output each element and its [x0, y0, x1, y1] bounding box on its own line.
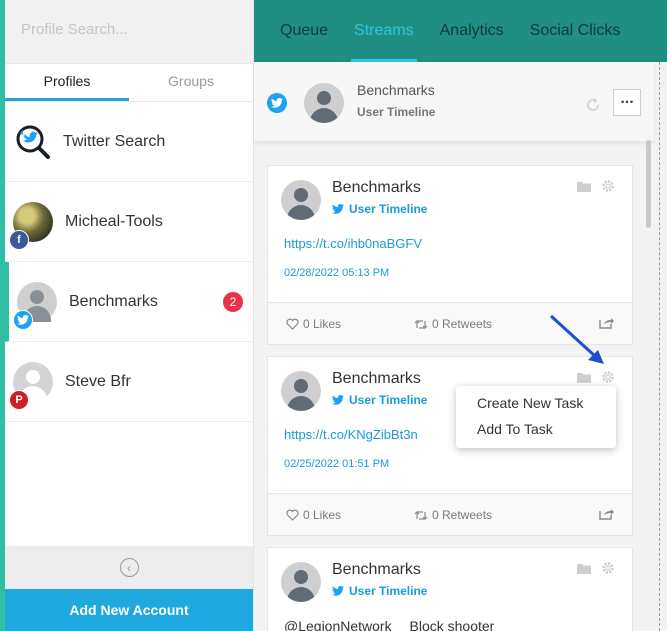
gear-icon[interactable] — [601, 561, 615, 575]
twitter-icon — [13, 309, 33, 330]
post-actions-top — [576, 370, 615, 384]
avatar — [13, 281, 57, 330]
refresh-icon[interactable] — [585, 97, 601, 113]
folder-icon[interactable] — [576, 371, 592, 384]
avatar: f — [9, 201, 53, 250]
stream-header: Benchmarks User Timeline ... — [254, 62, 654, 142]
share-icon[interactable] — [599, 507, 614, 520]
main-nav: Queue Streams Analytics Social Clicks — [254, 0, 667, 62]
retweet-action[interactable]: 0 Retweets — [414, 508, 492, 522]
post-text: @LegionNetwork Block shooter — [284, 618, 494, 631]
profile-name: Micheal-Tools — [65, 212, 163, 230]
twitter-bird-icon — [332, 204, 344, 214]
profile-search-input[interactable] — [21, 21, 241, 38]
create-new-task-option[interactable]: Create New Task — [456, 395, 616, 421]
twitter-icon — [267, 93, 287, 113]
add-new-account-button[interactable]: Add New Account — [5, 589, 253, 631]
share-icon[interactable] — [599, 316, 614, 329]
profiles-panel: Profiles Groups Twitter Search f Miche — [5, 0, 254, 631]
heart-icon — [286, 509, 299, 521]
tab-profiles[interactable]: Profiles — [5, 64, 129, 101]
post-card: Benchmarks User Timeline @LegionNetwork … — [267, 547, 633, 631]
post-author: Benchmarks — [332, 179, 421, 196]
avatar — [304, 83, 344, 123]
folder-icon[interactable] — [576, 180, 592, 193]
likes-count: 0 Likes — [303, 508, 342, 522]
profile-item-twitter-search[interactable]: Twitter Search — [5, 102, 253, 182]
post-author: Benchmarks — [332, 561, 421, 578]
post-author: Benchmarks — [332, 370, 421, 387]
profile-tabs: Profiles Groups — [5, 64, 253, 102]
search-bar — [5, 0, 253, 64]
post-source: User Timeline — [332, 393, 427, 407]
profile-item-benchmarks[interactable]: Benchmarks 2 — [5, 262, 253, 342]
tab-analytics[interactable]: Analytics — [427, 0, 517, 62]
gear-icon[interactable] — [601, 179, 615, 193]
task-context-menu: Create New Task Add To Task — [456, 386, 616, 448]
post-source: User Timeline — [332, 202, 427, 216]
profile-item-steve-bfr[interactable]: P Steve Bfr — [5, 342, 253, 422]
chevron-left-circle-icon[interactable]: ‹ — [119, 558, 139, 577]
post-source: User Timeline — [332, 584, 427, 598]
stream-subtitle: User Timeline — [357, 105, 436, 119]
likes-count: 0 Likes — [303, 317, 342, 331]
facebook-icon: f — [9, 229, 29, 250]
avatar: P — [9, 361, 53, 410]
profile-name: Twitter Search — [63, 132, 166, 150]
post-footer: 0 Likes 0 Retweets — [268, 493, 632, 535]
tab-streams[interactable]: Streams — [341, 0, 427, 62]
avatar — [281, 371, 321, 411]
post-link[interactable]: https://t.co/KNgZibBt3n — [284, 427, 418, 442]
notification-count-badge: 2 — [223, 292, 243, 312]
folder-icon[interactable] — [576, 562, 592, 575]
post-link[interactable]: https://t.co/ihb0naBGFV — [284, 236, 422, 251]
pinterest-icon: P — [9, 389, 29, 410]
column-divider — [659, 62, 660, 631]
twitter-bird-icon — [332, 395, 344, 405]
retweets-count: 0 Retweets — [432, 317, 493, 331]
post-actions-top — [576, 561, 615, 575]
profile-name: Steve Bfr — [65, 372, 131, 390]
post-card: Benchmarks User Timeline https://t.co/ih… — [267, 165, 633, 345]
post-mention[interactable]: @LegionNetwork — [284, 618, 392, 631]
add-to-task-option[interactable]: Add To Task — [456, 421, 616, 447]
post-timestamp: 02/25/2022 01:51 PM — [284, 458, 390, 470]
like-action[interactable]: 0 Likes — [286, 317, 341, 331]
collapse-panel-bar: ‹ — [5, 546, 253, 589]
post-source-label: User Timeline — [349, 584, 428, 598]
post-actions-top — [576, 179, 615, 193]
stream-column: Benchmarks User Timeline ... Benchmarks … — [254, 62, 667, 631]
app-window: Profiles Groups Twitter Search f Miche — [0, 0, 667, 631]
gear-icon[interactable] — [601, 370, 615, 384]
retweet-icon — [414, 510, 428, 520]
profile-name: Benchmarks — [69, 292, 158, 310]
tab-groups[interactable]: Groups — [129, 64, 253, 101]
twitter-bird-icon — [332, 586, 344, 596]
avatar — [281, 180, 321, 220]
heart-icon — [286, 318, 299, 330]
retweet-action[interactable]: 0 Retweets — [414, 317, 492, 331]
post-text-body: Block shooter — [409, 618, 495, 631]
profile-item-micheal-tools[interactable]: f Micheal-Tools — [5, 182, 253, 262]
like-action[interactable]: 0 Likes — [286, 508, 341, 522]
stream-title: Benchmarks — [357, 82, 435, 98]
tab-queue[interactable]: Queue — [254, 0, 341, 62]
post-timestamp: 02/28/2022 05:13 PM — [284, 267, 390, 279]
retweets-count: 0 Retweets — [432, 508, 493, 522]
avatar — [281, 562, 321, 602]
twitter-search-icon — [13, 122, 53, 162]
profile-list: Twitter Search f Micheal-Tools Benchmark… — [5, 102, 253, 422]
stream-scrollbar[interactable] — [646, 140, 652, 630]
post-footer: 0 Likes 0 Retweets — [268, 302, 632, 344]
post-source-label: User Timeline — [349, 393, 428, 407]
more-options-button[interactable]: ... — [613, 89, 641, 116]
post-source-label: User Timeline — [349, 202, 428, 216]
retweet-icon — [414, 319, 428, 329]
tab-social-clicks[interactable]: Social Clicks — [517, 0, 634, 62]
